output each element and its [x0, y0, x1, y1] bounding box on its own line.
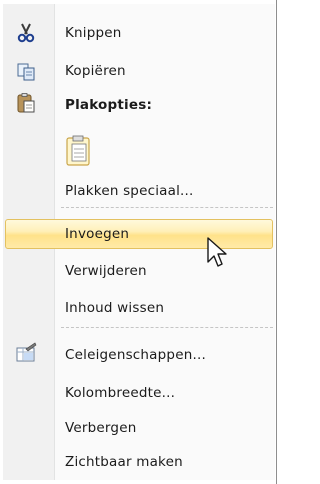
menu-item-kopieren[interactable]: Kopiëren [3, 56, 275, 86]
clipboard-paste-icon [17, 93, 35, 113]
menu-item-label: Verbergen [65, 420, 137, 436]
menu-border [276, 0, 277, 484]
menu-item-label: Knippen [65, 25, 122, 41]
context-menu: Knippen Kopiëren Plakopties: Plakken spe… [3, 4, 275, 480]
menu-item-celeigenschappen[interactable]: Celeigenschappen... [3, 340, 275, 370]
menu-item-plakken-speciaal[interactable]: Plakken speciaal... [3, 176, 275, 206]
menu-item-invoegen[interactable]: Invoegen [3, 217, 275, 251]
menu-item-knippen[interactable]: Knippen [3, 18, 275, 48]
scissors-icon [17, 23, 35, 43]
menu-item-zichtbaar-maken[interactable]: Zichtbaar maken [3, 447, 275, 477]
menu-item-label: Inhoud wissen [65, 300, 165, 316]
menu-item-label: Verwijderen [65, 263, 147, 279]
menu-item-label: Invoegen [65, 226, 130, 242]
menu-item-label: Celeigenschappen... [65, 347, 206, 363]
menu-item-label: Kolombreedte... [65, 385, 176, 401]
menu-separator [61, 207, 273, 208]
menu-item-label: Plakopties: [65, 97, 153, 113]
menu-item-inhoud-wissen[interactable]: Inhoud wissen [3, 293, 275, 323]
menu-separator [61, 327, 273, 328]
format-cells-icon [16, 342, 37, 362]
hover-highlight [5, 219, 273, 249]
menu-item-label: Plakken speciaal... [65, 183, 194, 199]
menu-item-kolombreedte[interactable]: Kolombreedte... [3, 378, 275, 408]
menu-item-verbergen[interactable]: Verbergen [3, 413, 275, 443]
menu-item-verwijderen[interactable]: Verwijderen [3, 256, 275, 286]
menu-item-label: Zichtbaar maken [65, 454, 183, 470]
menu-item-label: Kopiëren [65, 63, 126, 79]
copy-icon [17, 63, 35, 81]
mouse-pointer-icon [207, 237, 227, 267]
paste-option-icon[interactable] [64, 135, 94, 167]
menu-item-plakopties: Plakopties: [3, 90, 275, 120]
